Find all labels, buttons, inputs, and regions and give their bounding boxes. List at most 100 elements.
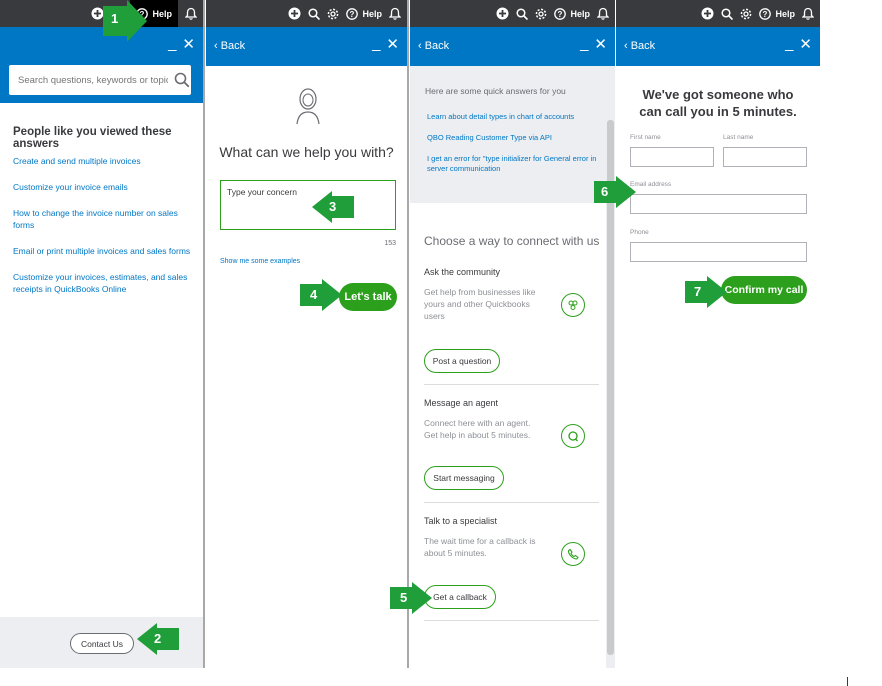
minimize-icon[interactable]: _ [580,35,588,53]
search-icon[interactable] [174,72,190,88]
step-number: 2 [154,631,162,646]
assistant-avatar-icon [296,88,320,125]
step-number: 3 [329,199,337,214]
svg-text:?: ? [558,10,563,19]
bell-icon[interactable] [597,7,609,20]
gear-icon[interactable] [740,8,752,20]
answer-link[interactable]: Customize your invoice emails [13,181,193,193]
option-description: The wait time for a callback is about 5 … [424,536,536,558]
first-name-input[interactable] [630,147,714,167]
quick-answer-link[interactable]: QBO Reading Customer Type via API [427,133,602,143]
back-button[interactable]: ‹ Back [214,40,245,52]
panel-divider [407,0,409,668]
quick-answer-link[interactable]: I get an error for "type initializer for… [427,154,602,174]
option-title: Ask the community [424,267,501,277]
start-messaging-button[interactable]: Start messaging [424,466,504,490]
help-button[interactable]: ? Help [554,7,590,20]
answer-link[interactable]: Create and send multiple invoices [13,155,193,167]
help-label: Help [152,8,172,19]
minimize-icon[interactable]: _ [168,35,176,53]
quick-answer-link[interactable]: Learn about detail types in chart of acc… [427,112,602,122]
option-description: Get help from businesses like yours and … [424,287,536,321]
answer-link[interactable]: How to change the invoice number on sale… [13,207,193,231]
step-7-arrow: 7 [685,276,727,308]
char-count: 153 [384,240,396,247]
quick-answers-title: Here are some quick answers for you [425,86,566,96]
help-icon: ? [346,7,359,20]
panel-header: ‹ Back _ ✕ [206,27,407,66]
answer-link[interactable]: Customize your invoices, estimates, and … [13,271,193,295]
search-icon[interactable] [516,7,529,20]
close-icon[interactable]: ✕ [386,35,399,53]
help-label: Help [775,8,795,19]
step-2-arrow: 2 [137,623,179,655]
quick-answers-box: Here are some quick answers for you Lear… [410,66,607,203]
top-toolbar: ? Help [0,0,203,27]
minimize-icon[interactable]: _ [372,35,380,53]
step-4-arrow: 4 [300,279,342,311]
lets-talk-button[interactable]: Let's talk [339,283,397,311]
divider [424,502,599,503]
step-number: 7 [694,284,702,299]
show-examples-link[interactable]: Show me some examples [220,258,300,265]
help-header: _ ✕ [0,27,203,103]
back-button[interactable]: ‹ Back [418,40,449,52]
answer-link[interactable]: Email or print multiple invoices and sal… [13,245,193,257]
callback-panel: ? Help ‹ Back _ ✕ We've got someone who c… [616,0,820,668]
search-icon[interactable] [721,7,734,20]
option-title: Message an agent [424,398,499,408]
help-label: Help [570,8,590,19]
gear-icon[interactable] [327,8,339,20]
minimize-icon[interactable]: _ [785,35,793,53]
help-icon: ? [554,7,567,20]
close-icon[interactable]: ✕ [594,35,607,53]
divider [424,620,599,621]
bell-icon[interactable] [389,7,401,20]
email-input[interactable] [630,194,807,214]
help-question-heading: What can we help you with? [219,144,394,160]
connect-panel: ? Help ‹ Back _ ✕ Here are some quick ans… [410,0,615,668]
search-icon[interactable] [308,7,321,20]
plus-icon[interactable] [288,7,301,20]
last-name-input[interactable] [723,147,807,167]
help-button[interactable]: ? Help [346,7,382,20]
phone-icon [561,542,585,566]
last-name-label: Last name [723,134,754,141]
step-3-arrow: 3 [312,191,354,223]
help-search-box [9,65,191,95]
back-button[interactable]: ‹ Back [624,40,655,52]
concern-panel: ? Help ‹ Back _ ✕ What can we help you wi… [206,0,407,668]
option-specialist: Talk to a specialist The wait time for a… [424,516,599,566]
gear-icon[interactable] [535,8,547,20]
panel-header: ‹ Back _ ✕ [410,27,615,66]
contact-us-button[interactable]: Contact Us [70,633,134,654]
text-cursor [847,677,848,686]
chat-icon [561,424,585,448]
phone-input[interactable] [630,242,807,262]
step-number: 4 [310,287,318,302]
callback-heading: We've got someone who can call you in 5 … [639,87,797,119]
close-icon[interactable]: ✕ [182,35,195,53]
top-toolbar: ? Help [410,0,615,27]
help-search-input[interactable] [16,73,170,87]
bell-icon[interactable] [802,7,814,20]
confirm-call-button[interactable]: Confirm my call [721,276,807,304]
option-message: Message an agent Connect here with an ag… [424,398,599,448]
svg-text:?: ? [763,10,768,19]
step-number: 1 [111,11,119,26]
step-5-arrow: 5 [390,582,432,614]
bell-icon[interactable] [185,7,197,20]
option-community: Ask the community Get help from business… [424,267,599,322]
plus-icon[interactable] [496,7,509,20]
post-question-button[interactable]: Post a question [424,349,500,373]
connect-options-title: Choose a way to connect with us [424,234,600,248]
get-callback-button[interactable]: Get a callback [424,585,496,609]
concern-textarea[interactable]: Type your concern [220,180,396,230]
help-button[interactable]: ? Help [759,7,795,20]
phone-label: Phone [630,229,649,236]
first-name-label: First name [630,134,661,141]
close-icon[interactable]: ✕ [799,35,812,53]
top-toolbar: ? Help [206,0,407,27]
option-title: Talk to a specialist [424,516,498,526]
plus-icon[interactable] [701,7,714,20]
